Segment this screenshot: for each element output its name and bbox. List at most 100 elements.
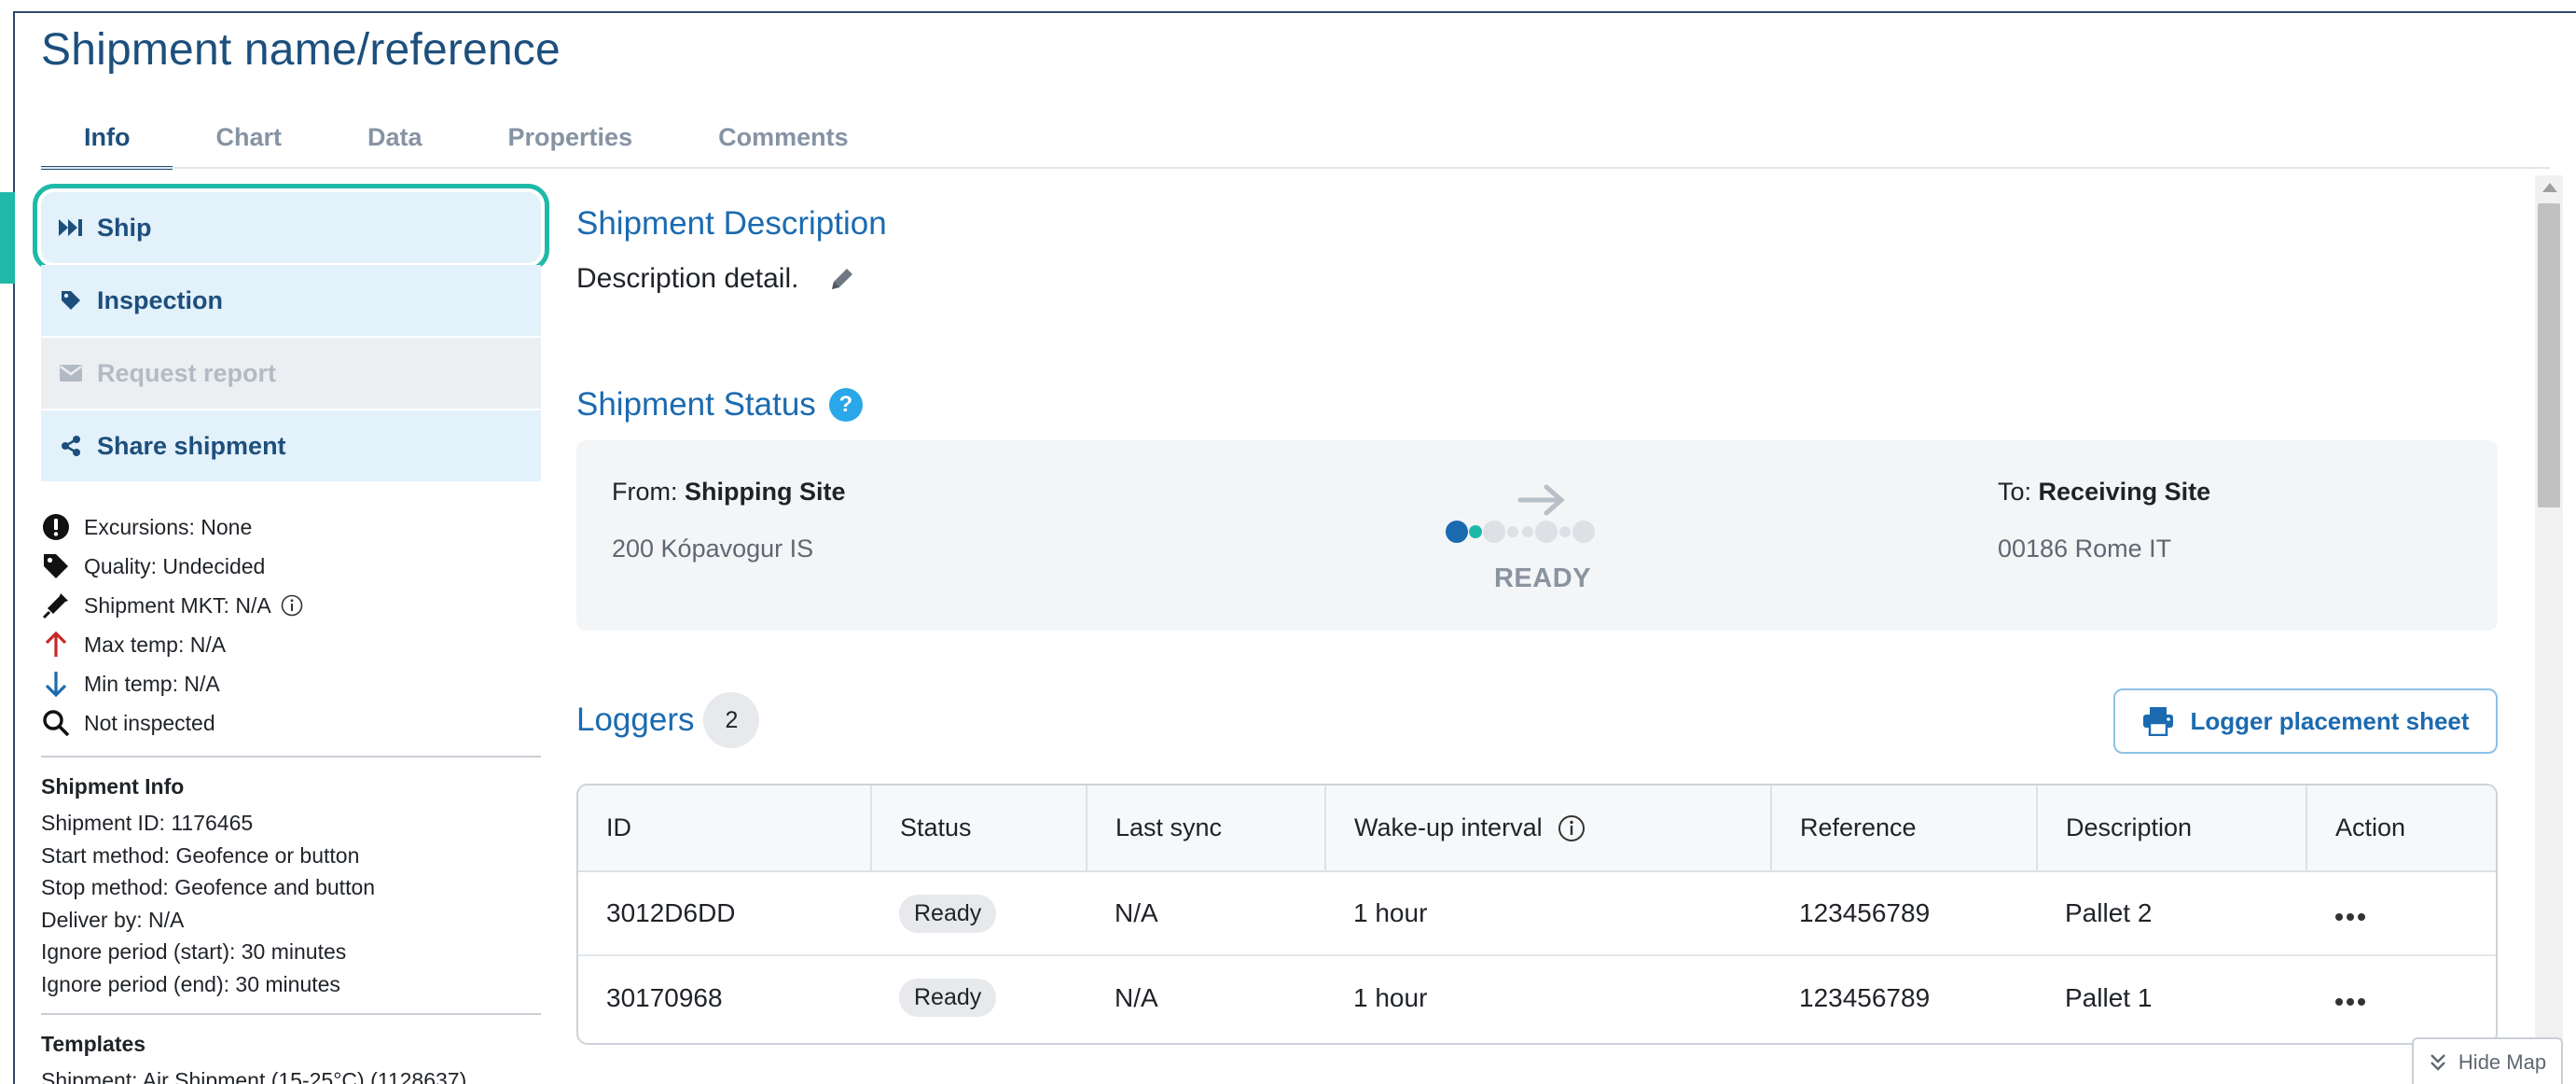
focus-accent-stripe bbox=[0, 192, 15, 284]
tab-chart[interactable]: Chart bbox=[173, 106, 325, 168]
inspection-label: Inspection bbox=[97, 285, 224, 314]
stat-min-temp: Min temp: N/A bbox=[41, 664, 541, 703]
shipment-id: Shipment ID: 1176465 bbox=[41, 811, 254, 835]
status-state: READY bbox=[1493, 563, 1591, 593]
ship-button[interactable]: Ship bbox=[33, 184, 549, 271]
stat-quality: Quality: Undecided bbox=[41, 547, 541, 586]
hide-map-button[interactable]: Hide Map bbox=[2412, 1037, 2563, 1084]
column-header-action: Action bbox=[2306, 785, 2496, 872]
deliver-by: Deliver by: N/A bbox=[41, 907, 185, 932]
description-row: Description detail. bbox=[576, 263, 858, 295]
search-icon bbox=[41, 708, 71, 738]
pencil-icon[interactable] bbox=[826, 263, 858, 295]
tab-data[interactable]: Data bbox=[325, 106, 465, 168]
status-title: Shipment Status ? bbox=[576, 386, 863, 424]
stat-excursions: Excursions: None bbox=[41, 507, 541, 547]
loggers-table: ID Status Last sync Wake-up interval Ref… bbox=[576, 784, 2498, 1045]
shipment-info: Shipment Info Shipment ID: 1176465 Start… bbox=[41, 774, 541, 1000]
start-method: Start method: Geofence or button bbox=[41, 842, 360, 868]
shipment-stats: Excursions: None Quality: Undecided Ship… bbox=[41, 507, 541, 743]
syringe-icon bbox=[41, 591, 71, 620]
progress-indicator bbox=[1446, 484, 1595, 543]
last-sync: N/A bbox=[1115, 982, 1158, 1012]
logger-id: 3012D6DD bbox=[578, 871, 871, 956]
window-top-border bbox=[13, 11, 2576, 13]
scroll-up-arrow[interactable] bbox=[2542, 183, 2557, 192]
templates-title: Templates bbox=[41, 1032, 146, 1056]
request-report-label: Request report bbox=[97, 358, 277, 387]
origin-block: From: Shipping Site 200 Kópavogur IS bbox=[612, 478, 846, 563]
table-row[interactable]: 30170968 Ready N/A 1 hour 123456789 Pall… bbox=[578, 955, 2496, 1039]
destination-address: 00186 Rome IT bbox=[1998, 535, 2172, 563]
scrollbar-thumb[interactable] bbox=[2538, 203, 2560, 507]
arrow-down-icon bbox=[41, 669, 71, 699]
column-header-reference[interactable]: Reference bbox=[1771, 785, 2038, 872]
ignore-period-start: Ignore period (start): 30 minutes bbox=[41, 939, 347, 964]
inspection-button[interactable]: Inspection bbox=[41, 265, 541, 336]
sidebar: Ship Inspection Request report Share shi… bbox=[33, 184, 549, 1084]
column-header-last-sync[interactable]: Last sync bbox=[1087, 785, 1326, 872]
fast-forward-icon bbox=[58, 215, 84, 241]
logger-id: 30170968 bbox=[606, 982, 723, 1012]
hide-map-label: Hide Map bbox=[2458, 1050, 2547, 1074]
share-shipment-label: Share shipment bbox=[97, 431, 286, 460]
stat-mkt: Shipment MKT: N/A bbox=[41, 586, 541, 625]
template-item[interactable]: Shipment: Air Shipment (15-25°C) (112863… bbox=[41, 1064, 541, 1084]
tab-properties[interactable]: Properties bbox=[465, 106, 676, 168]
envelope-icon bbox=[58, 360, 84, 386]
tab-bar-divider bbox=[41, 167, 2550, 169]
table-row[interactable]: 3012D6DD Ready N/A 1 hour 123456789 Pall… bbox=[578, 871, 2496, 956]
help-icon[interactable]: ? bbox=[828, 388, 863, 422]
column-header-description[interactable]: Description bbox=[2037, 785, 2307, 872]
request-report-button: Request report bbox=[41, 338, 541, 409]
status-badge: Ready bbox=[899, 979, 997, 1017]
logger-placement-sheet-label: Logger placement sheet bbox=[2190, 706, 2470, 735]
loggers-count-badge: 2 bbox=[703, 692, 760, 748]
arrow-up-icon bbox=[41, 630, 71, 660]
column-header-id[interactable]: ID bbox=[578, 785, 872, 872]
printer-icon bbox=[2141, 706, 2175, 736]
description-title: Shipment Description bbox=[576, 205, 887, 242]
stat-inspection: Not inspected bbox=[41, 703, 541, 743]
exclamation-circle-icon bbox=[41, 512, 71, 542]
double-chevron-down-icon bbox=[2429, 1052, 2447, 1073]
share-icon bbox=[58, 433, 84, 459]
from-label: From: bbox=[612, 478, 678, 506]
loggers-title: Loggers bbox=[576, 702, 695, 738]
table-header-row: ID Status Last sync Wake-up interval Ref… bbox=[578, 785, 2496, 872]
column-header-wakeup[interactable]: Wake-up interval bbox=[1325, 785, 1772, 872]
loggers-header: Loggers 2 bbox=[576, 692, 760, 748]
tab-info[interactable]: Info bbox=[41, 106, 173, 170]
status-progress: READY bbox=[1444, 476, 1649, 606]
reference: 123456789 bbox=[1799, 982, 1931, 1012]
wakeup-interval: 1 hour bbox=[1325, 871, 1771, 956]
wakeup-interval: 1 hour bbox=[1353, 982, 1428, 1012]
logger-placement-sheet-button[interactable]: Logger placement sheet bbox=[2113, 688, 2498, 754]
vertical-scrollbar[interactable] bbox=[2535, 175, 2563, 1084]
description-text: Description detail. bbox=[576, 263, 799, 294]
tab-comments[interactable]: Comments bbox=[675, 106, 892, 168]
column-header-status[interactable]: Status bbox=[871, 785, 1087, 872]
window-left-border bbox=[13, 11, 15, 1084]
ignore-period-end: Ignore period (end): 30 minutes bbox=[41, 971, 340, 996]
status-badge: Ready bbox=[899, 894, 997, 933]
shipment-info-title: Shipment Info bbox=[41, 774, 185, 799]
origin-address: 200 Kópavogur IS bbox=[612, 535, 814, 563]
more-options-icon[interactable] bbox=[2334, 993, 2372, 1011]
info-icon[interactable] bbox=[281, 594, 303, 617]
share-shipment-button[interactable]: Share shipment bbox=[41, 410, 541, 481]
last-sync: N/A bbox=[1087, 871, 1325, 956]
sidebar-divider bbox=[41, 756, 541, 757]
sidebar-divider bbox=[41, 1013, 541, 1015]
ship-label: Ship bbox=[97, 213, 152, 242]
tab-bar: Info Chart Data Properties Comments bbox=[41, 106, 892, 170]
shipment-status-card: From: Shipping Site 200 Kópavogur IS REA… bbox=[576, 440, 2498, 631]
info-icon[interactable] bbox=[1558, 814, 1586, 842]
to-label: To: bbox=[1998, 478, 2032, 506]
destination-site: Receiving Site bbox=[2038, 478, 2211, 506]
more-options-icon[interactable] bbox=[2334, 908, 2372, 926]
description: Pallet 1 bbox=[2065, 982, 2153, 1012]
destination-block: To: Receiving Site 00186 Rome IT bbox=[1998, 478, 2210, 563]
templates: Templates Shipment: Air Shipment (15-25°… bbox=[41, 1032, 541, 1084]
tag-icon bbox=[41, 551, 71, 581]
